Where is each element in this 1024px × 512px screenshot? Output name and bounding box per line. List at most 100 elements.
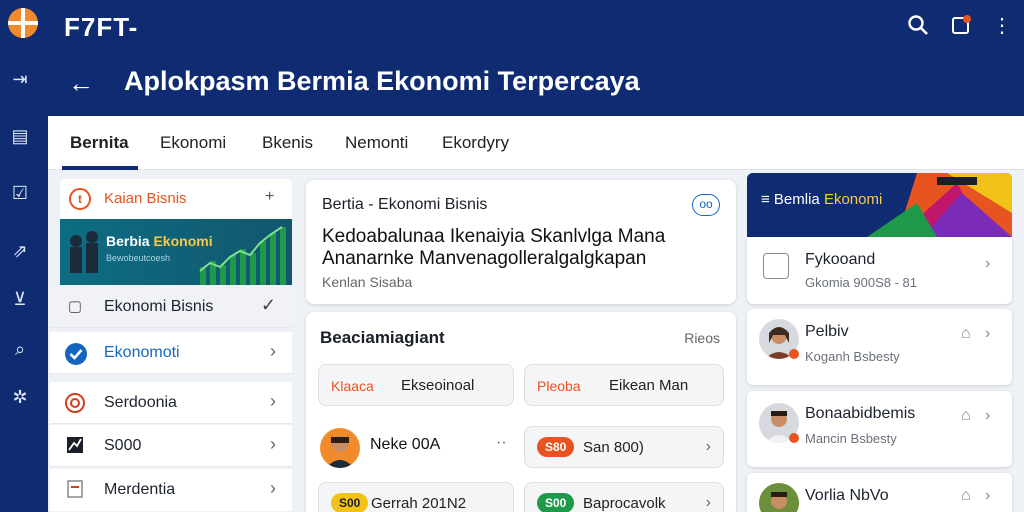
left-rail: ⇥ ▤ ☑ ⇗ ⊻ ⌕ ✲ (0, 0, 48, 512)
panel-link[interactable]: Rieos (684, 330, 720, 346)
right-list-item[interactable]: Pelbiv Koganh Bsbesty ⌂ › (747, 309, 1012, 385)
banner-title: Berbia Ekonomi (106, 233, 213, 249)
article-kicker: Bertia - Ekonomi Bisnis (322, 196, 488, 213)
file-icon (763, 253, 789, 279)
stat-row-1[interactable]: S80 San 800) › (524, 426, 724, 468)
sidebar-item-label: Merdentia (104, 481, 176, 498)
sidebar-item-merdentia[interactable]: Merdentia › (50, 469, 292, 511)
stat-text: San 800) (583, 439, 644, 456)
chart-icon (64, 435, 86, 457)
more-vert-icon[interactable]: ⋮ (990, 14, 1014, 38)
home-icon[interactable]: ⌂ (961, 325, 971, 343)
page-header: ← Aplokpasm Bermia Ekonomi Terpercaya (48, 56, 1024, 116)
article-meta: Kenlan Sisaba (322, 274, 413, 290)
banner-subtitle: Bewobeutcoesh (106, 253, 171, 263)
tab-ekordyry[interactable]: Ekordyry (442, 133, 509, 153)
chevron-right-icon: › (985, 255, 991, 272)
filter-icon[interactable]: ⊻ (9, 288, 31, 310)
right-list-item[interactable]: Bonaabidbemis Mancin Bsbesty ⌂ › (747, 391, 1012, 467)
document-icon[interactable]: ▤ (9, 125, 31, 147)
growth-chart-graphic (70, 226, 286, 285)
sidebar-item-ekonomoti[interactable]: Ekonomoti › (50, 332, 292, 374)
avatar (759, 483, 799, 512)
pill-tag: Pleoba (537, 378, 581, 394)
item-title: Pelbiv (805, 323, 849, 340)
home-icon[interactable]: ⌂ (961, 407, 971, 425)
item-title: Bonaabidbemis (805, 405, 916, 422)
right-list-item[interactable]: Vorlia NbVo ⌂ › (747, 473, 1012, 512)
person-name: Neke 00A (370, 436, 441, 453)
item-subtitle: Gkomia 900S8 - 81 (805, 275, 918, 290)
stat-badge: S00 (537, 493, 575, 512)
sidebar-header-title: Kaian Bisnis (104, 190, 187, 207)
sidebar-item-label: Ekonomoti (104, 344, 180, 361)
top-app-bar: F7FT- ⋮ (48, 0, 1024, 56)
chevron-right-icon: › (270, 478, 276, 498)
item-title: Vorlia NbVo (805, 487, 889, 504)
checklist-icon[interactable]: ☑ (9, 182, 31, 204)
sidebar-header: t Kaian Bisnis + (60, 179, 292, 219)
topic-pill-klaaca[interactable]: Klaaca Ekseoinoal (318, 364, 514, 406)
chevron-right-icon: › (985, 407, 991, 424)
login-icon[interactable]: ⇥ (9, 68, 31, 90)
tab-bkenis[interactable]: Bkenis (262, 133, 313, 153)
tab-bernita[interactable]: Bernita (70, 133, 129, 153)
tab-nemonti[interactable]: Nemonti (345, 133, 408, 153)
seal-icon (64, 392, 86, 414)
add-icon[interactable]: + (265, 188, 274, 206)
chevron-right-icon: › (705, 494, 711, 511)
search-icon[interactable]: ⌕ (9, 338, 31, 360)
item-subtitle: Koganh Bsbesty (805, 349, 900, 364)
featured-article-card[interactable]: Bertia - Ekonomi Bisnis oo Kedoabalunaa … (306, 180, 736, 304)
settings-icon[interactable]: ✲ (9, 386, 31, 408)
sidebar-banner[interactable]: Berbia Ekonomi Bewobeutcoesh (60, 219, 292, 285)
notification-icon[interactable] (949, 14, 973, 38)
sidebar-item-s000[interactable]: S000 › (50, 425, 292, 467)
banner-title-a: Berbia (106, 233, 150, 249)
article-headline-line-1: Kedoabalunaa Ikenaiyia Skanlvlga Mana (322, 226, 666, 247)
tab-bar: Bernita Ekonomi Bkenis Nemonti Ekordyry (48, 116, 1024, 170)
square-icon: ▢ (67, 298, 83, 315)
avatar[interactable] (320, 428, 360, 468)
tab-ekonomi[interactable]: Ekonomi (160, 133, 226, 153)
app-logo-icon[interactable] (8, 8, 38, 38)
right-list-item[interactable]: Fykooand Gkomia 900S8 - 81 › (747, 237, 1012, 304)
pill-tag: Klaaca (331, 378, 374, 394)
sidebar-item-serdoonia[interactable]: Serdoonia › (50, 382, 292, 424)
more-options-button[interactable]: oo (692, 194, 720, 216)
stat-row-2[interactable]: S00 Gerrah 201N2 (318, 482, 514, 512)
back-arrow-icon[interactable]: ← (68, 68, 98, 98)
status-dot (789, 433, 799, 443)
banner-title-b: Ekonomi (153, 233, 213, 249)
right-banner-title: ≡ Bemlia Ekonomi (761, 191, 883, 208)
status-dot (789, 349, 799, 359)
stat-text: Baprocavolk (583, 495, 666, 512)
topic-pill-pleoba[interactable]: Pleoba Eikean Man (524, 364, 724, 406)
stat-text: Gerrah 201N2 (371, 495, 467, 512)
chevron-right-icon: › (270, 434, 276, 454)
pill-text: Eikean Man (609, 377, 689, 394)
pill-text: Ekseoinoal (401, 377, 475, 394)
home-icon[interactable]: ⌂ (961, 487, 971, 505)
right-banner-title-b: Ekonomi (823, 191, 883, 208)
item-subtitle: Mancin Bsbesty (805, 431, 897, 446)
active-tab-indicator (62, 166, 138, 170)
right-banner[interactable]: ≡ Bemlia Ekonomi (747, 173, 1012, 237)
panel-title: Beaciamiagiant (320, 328, 445, 347)
brand-name: F7FT- (64, 12, 139, 42)
chevron-right-icon: › (705, 438, 711, 455)
stat-row-3[interactable]: S00 Baprocavolk › (524, 482, 724, 512)
more-options-label: oo (699, 197, 713, 211)
item-title: Fykooand (805, 251, 876, 268)
search-icon[interactable] (906, 14, 930, 38)
chevron-right-icon: › (985, 487, 991, 504)
more-horiz-icon[interactable]: ·· (496, 434, 507, 452)
sidebar-item-label: Ekonomi Bisnis (104, 298, 214, 315)
sidebar-item-ekonomi-bisnis[interactable]: ▢ Ekonomi Bisnis ✓ (50, 286, 292, 328)
page-title: Aplokpasm Bermia Ekonomi Terpercaya (124, 66, 640, 96)
sidebar-item-label: S000 (104, 437, 142, 454)
doc-icon (64, 479, 86, 501)
chevron-right-icon: › (270, 341, 276, 361)
right-banner-title-a: Bemlia (773, 191, 820, 208)
share-icon[interactable]: ⇗ (9, 240, 31, 262)
